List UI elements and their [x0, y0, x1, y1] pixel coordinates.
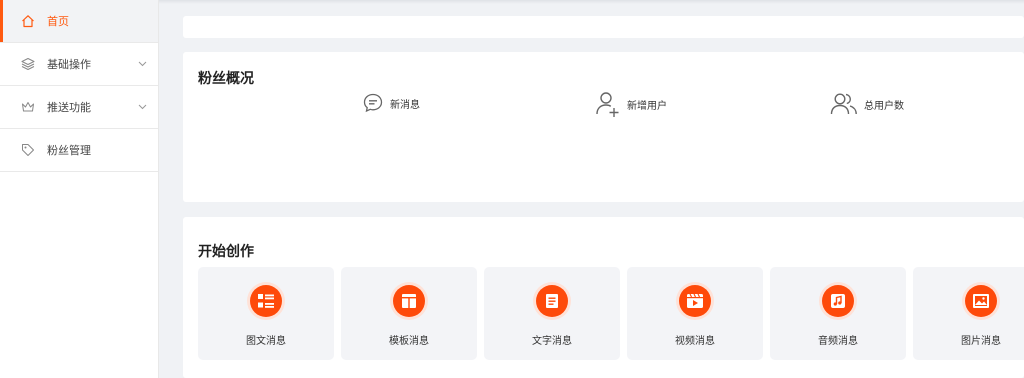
card-video-message[interactable]: 视频消息: [627, 267, 763, 360]
card-label: 模板消息: [389, 336, 429, 347]
template-icon: [390, 282, 428, 320]
header-shadow: [159, 0, 1024, 4]
card-article-message[interactable]: 图文消息: [198, 267, 334, 360]
sidebar-item-fans[interactable]: 粉丝管理: [0, 129, 158, 172]
stat-new-messages[interactable]: 新消息: [362, 92, 420, 114]
video-icon: [676, 282, 714, 320]
crown-icon: [20, 99, 36, 115]
chevron-down-icon[interactable]: [137, 102, 147, 112]
card-audio-message[interactable]: 音频消息: [770, 267, 906, 360]
card-label: 文字消息: [532, 336, 572, 347]
chat-icon: [362, 92, 384, 114]
card-image-message[interactable]: 图片消息: [913, 267, 1024, 360]
sidebar-item-label: 推送功能: [47, 101, 91, 114]
sidebar-item-home[interactable]: 首页: [0, 0, 158, 43]
sidebar-item-basic-ops[interactable]: 基础操作: [0, 43, 158, 86]
list-icon: [247, 282, 285, 320]
stat-label: 新增用户: [627, 100, 667, 112]
tag-icon: [20, 142, 36, 158]
image-icon: [962, 282, 1000, 320]
card-label: 音频消息: [818, 336, 858, 347]
music-icon: [819, 282, 857, 320]
card-label: 视频消息: [675, 336, 715, 347]
card-label: 图文消息: [246, 336, 286, 347]
stat-label: 新消息: [390, 99, 420, 111]
create-cards: 图文消息 模板消息 文字消息 视频消息 音频消息 图片消息: [198, 267, 1024, 360]
top-panel: [183, 16, 1024, 38]
card-label: 图片消息: [961, 336, 1001, 347]
sidebar: 首页 基础操作 推送功能 粉丝管理: [0, 0, 159, 378]
sidebar-item-push[interactable]: 推送功能: [0, 86, 158, 129]
create-panel: 开始创作 图文消息 模板消息 文字消息 视频消息 音频消息 图片消息: [183, 217, 1024, 378]
home-icon: [20, 13, 36, 29]
layers-icon: [20, 56, 36, 72]
sidebar-item-label: 粉丝管理: [47, 144, 91, 157]
sidebar-item-label: 基础操作: [47, 58, 91, 71]
stat-label: 总用户数: [864, 100, 904, 112]
create-title: 开始创作: [198, 244, 254, 260]
fans-overview-panel: 粉丝概况 新消息 新增用户 总用户数: [183, 52, 1024, 202]
text-doc-icon: [533, 282, 571, 320]
add-user-icon: [595, 90, 621, 118]
stat-new-users[interactable]: 新增用户: [595, 90, 667, 118]
card-text-message[interactable]: 文字消息: [484, 267, 620, 360]
stat-total-users[interactable]: 总用户数: [830, 92, 904, 116]
chevron-down-icon[interactable]: [137, 59, 147, 69]
sidebar-item-label: 首页: [47, 15, 69, 28]
fans-overview-title: 粉丝概况: [198, 71, 254, 87]
card-template-message[interactable]: 模板消息: [341, 267, 477, 360]
users-icon: [830, 92, 858, 116]
